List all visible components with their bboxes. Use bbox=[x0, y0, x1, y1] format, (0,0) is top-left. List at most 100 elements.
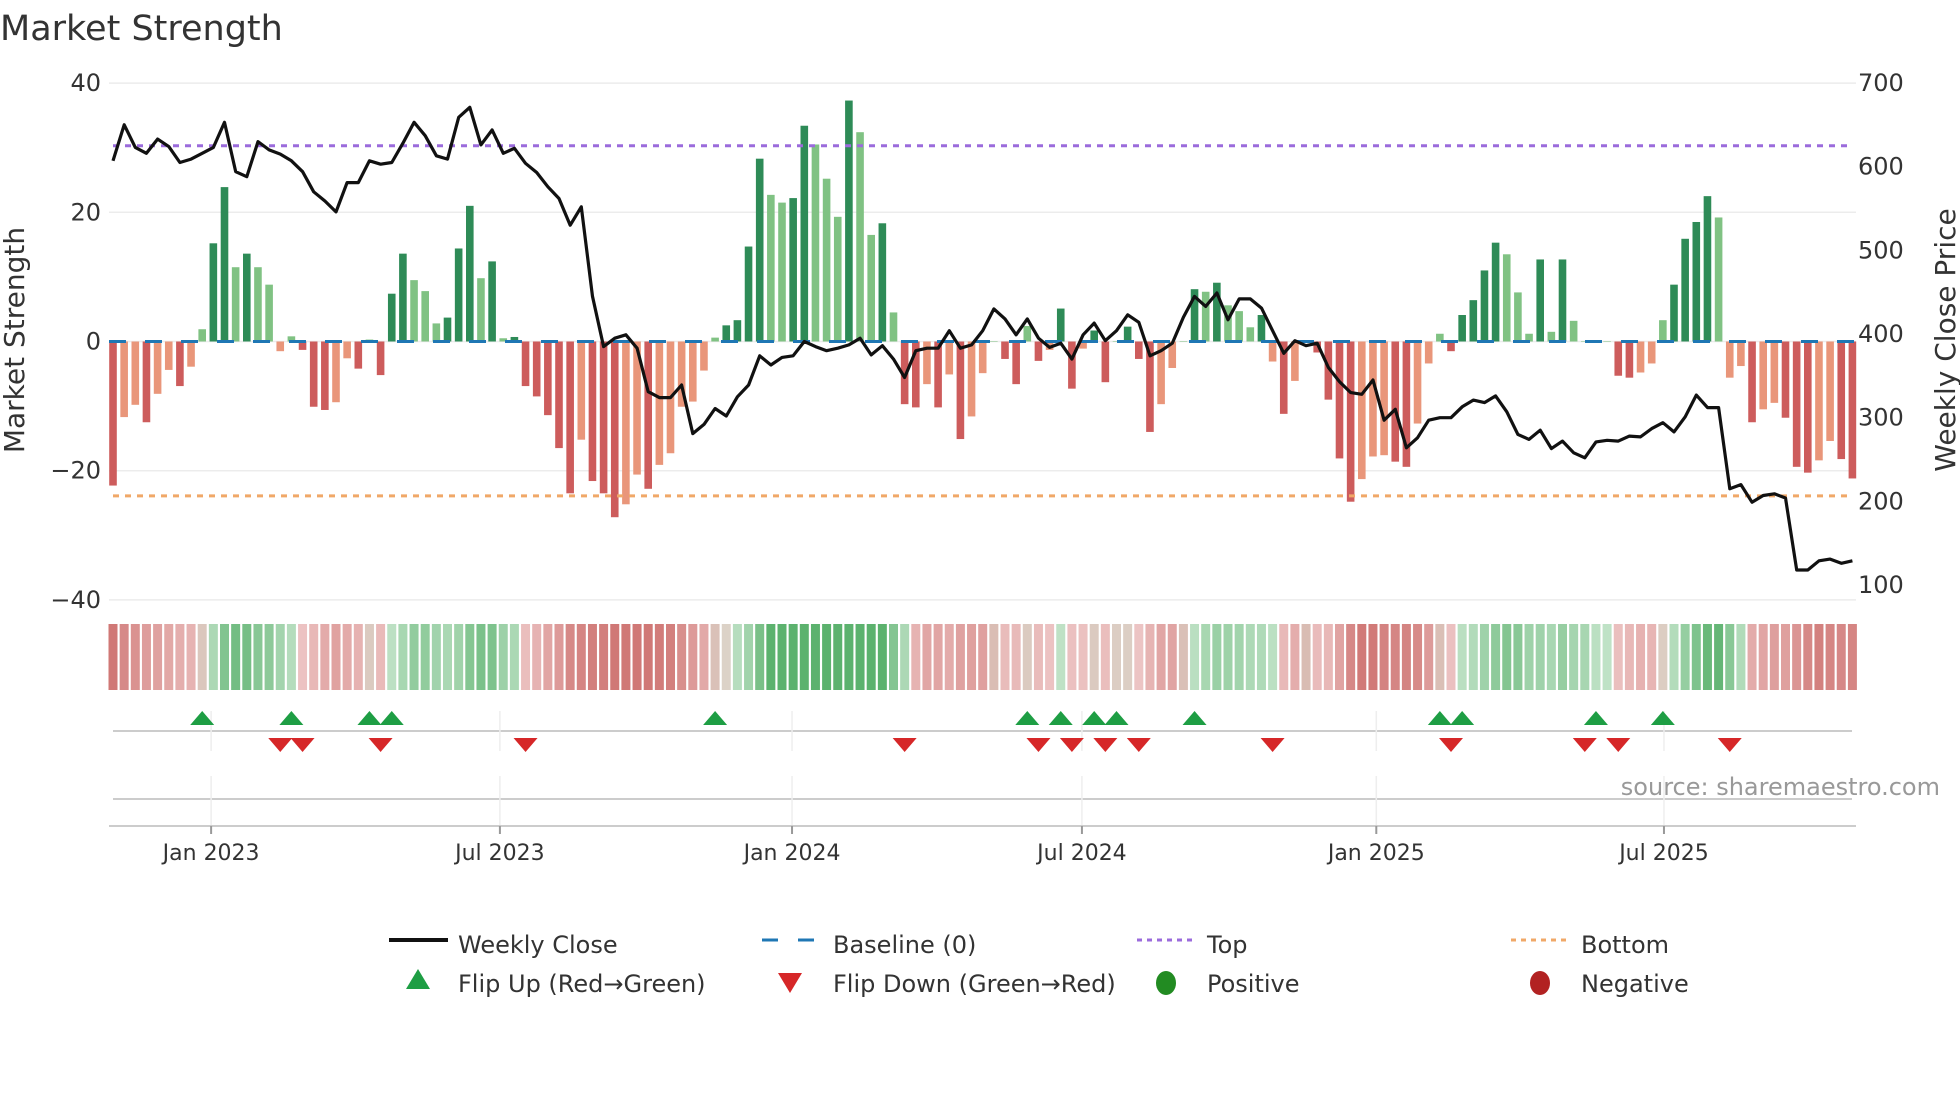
heatmap-cell bbox=[231, 624, 241, 690]
strength-bar bbox=[845, 100, 853, 342]
strength-bar bbox=[1815, 341, 1823, 461]
strength-bar bbox=[1536, 259, 1544, 342]
heatmap-cell bbox=[599, 624, 609, 690]
heatmap-cell bbox=[587, 624, 597, 690]
heatmap-cell bbox=[1223, 624, 1233, 690]
heatmap-cell bbox=[699, 624, 709, 690]
strength-bar bbox=[1201, 291, 1210, 342]
heatmap-cell bbox=[1190, 624, 1200, 690]
legend: Weekly Close Baseline (0) Top Bottom Fli… bbox=[389, 931, 1689, 998]
y2-tick-label: 300 bbox=[1858, 404, 1904, 432]
heatmap-cell bbox=[1156, 624, 1166, 690]
strength-heatmap-strip bbox=[108, 624, 1857, 690]
strength-bar bbox=[532, 341, 541, 397]
heatmap-cell bbox=[900, 624, 910, 690]
strength-bar bbox=[265, 284, 273, 342]
strength-bar bbox=[644, 341, 652, 489]
heatmap-cell bbox=[1624, 624, 1634, 690]
strength-bar bbox=[1135, 341, 1143, 359]
heatmap-cell bbox=[721, 624, 731, 690]
x-tick-label: Jul 2025 bbox=[1617, 841, 1709, 866]
strength-bar bbox=[767, 194, 775, 342]
heatmap-cell bbox=[342, 624, 352, 690]
source-label: source: sharemaestro.com bbox=[1621, 773, 1940, 801]
strength-bar bbox=[622, 341, 630, 505]
heatmap-cell bbox=[498, 624, 508, 690]
heatmap-cell bbox=[476, 624, 486, 690]
heatmap-cell bbox=[677, 624, 687, 690]
heatmap-cell bbox=[1067, 624, 1077, 690]
strength-bar bbox=[1235, 311, 1243, 342]
heatmap-cell bbox=[1212, 624, 1222, 690]
strength-bar bbox=[1569, 320, 1578, 342]
negative-dot-icon bbox=[1530, 971, 1550, 995]
strength-bar bbox=[387, 293, 396, 342]
flip-up-marker bbox=[1450, 711, 1475, 725]
heatmap-cell bbox=[1022, 624, 1032, 690]
heatmap-cell bbox=[978, 624, 988, 690]
heatmap-cell bbox=[1558, 624, 1567, 690]
strength-bar bbox=[610, 341, 619, 518]
strength-bar bbox=[856, 132, 864, 342]
strength-bar bbox=[811, 144, 820, 342]
heatmap-cell bbox=[119, 624, 129, 690]
flip-up-marker bbox=[1015, 711, 1040, 725]
heatmap-cell bbox=[398, 624, 408, 690]
heatmap-cell bbox=[1056, 624, 1066, 690]
heatmap-cell bbox=[554, 624, 564, 690]
heatmap-cell bbox=[788, 624, 798, 690]
strength-bar bbox=[1424, 341, 1433, 364]
heatmap-cell bbox=[1357, 624, 1367, 690]
strength-bar bbox=[109, 341, 117, 486]
strength-bar bbox=[1023, 325, 1032, 342]
heatmap-cell bbox=[967, 624, 977, 690]
weekly-close-line bbox=[111, 105, 1853, 572]
heatmap-cell bbox=[1000, 624, 1010, 690]
strength-bar bbox=[354, 341, 363, 369]
strength-bar bbox=[410, 280, 418, 342]
flip-down-marker bbox=[1717, 738, 1742, 752]
strength-bar bbox=[800, 125, 809, 342]
heatmap-cell bbox=[264, 624, 274, 690]
strength-bar bbox=[1636, 341, 1645, 373]
heatmap-cell bbox=[465, 624, 475, 690]
market-strength-chart: Market Strength 40200−20−40 700600500400… bbox=[0, 9, 1960, 998]
right-axis-ticks: 700 600 500 400 300 200 100 bbox=[1858, 69, 1904, 599]
chart-title: Market Strength bbox=[0, 9, 283, 49]
heatmap-cell bbox=[911, 624, 921, 690]
heatmap-cell bbox=[955, 624, 965, 690]
strength-bar bbox=[1603, 341, 1611, 342]
flip-down-marker bbox=[892, 738, 917, 752]
heatmap-cell bbox=[1312, 624, 1322, 690]
heatmap-cell bbox=[1045, 624, 1055, 690]
strength-bar bbox=[1358, 341, 1366, 480]
strength-bar bbox=[1703, 196, 1712, 342]
strength-bar bbox=[1759, 341, 1767, 410]
heatmap-cell bbox=[331, 624, 341, 690]
flip-up-triangle-icon bbox=[406, 969, 430, 989]
strength-bar bbox=[1491, 242, 1500, 342]
strength-bar bbox=[1458, 315, 1466, 342]
heatmap-cell bbox=[889, 624, 898, 690]
y2-tick-label: 200 bbox=[1858, 487, 1904, 515]
heatmap-cell bbox=[1379, 624, 1389, 690]
heatmap-cell bbox=[1736, 624, 1746, 690]
strength-bar bbox=[1826, 341, 1834, 441]
flip-down-marker bbox=[268, 738, 293, 752]
flip-up-marker bbox=[379, 711, 404, 725]
strength-bar bbox=[1781, 341, 1790, 418]
heatmap-cell bbox=[777, 624, 787, 690]
heatmap-cell bbox=[1569, 624, 1579, 690]
heatmap-cell bbox=[1123, 624, 1133, 690]
flip-up-marker bbox=[703, 711, 728, 725]
y2-tick-label: 400 bbox=[1858, 320, 1904, 348]
legend-top: Top bbox=[1206, 931, 1248, 959]
legend-positive: Positive bbox=[1207, 970, 1300, 998]
heatmap-cell bbox=[565, 624, 575, 690]
heatmap-cell bbox=[1301, 624, 1311, 690]
heatmap-cell bbox=[1613, 624, 1623, 690]
flip-down-marker bbox=[513, 738, 538, 752]
x-tick-label: Jul 2024 bbox=[1035, 841, 1127, 866]
strength-bar bbox=[1770, 341, 1779, 403]
heatmap-cell bbox=[253, 624, 263, 690]
